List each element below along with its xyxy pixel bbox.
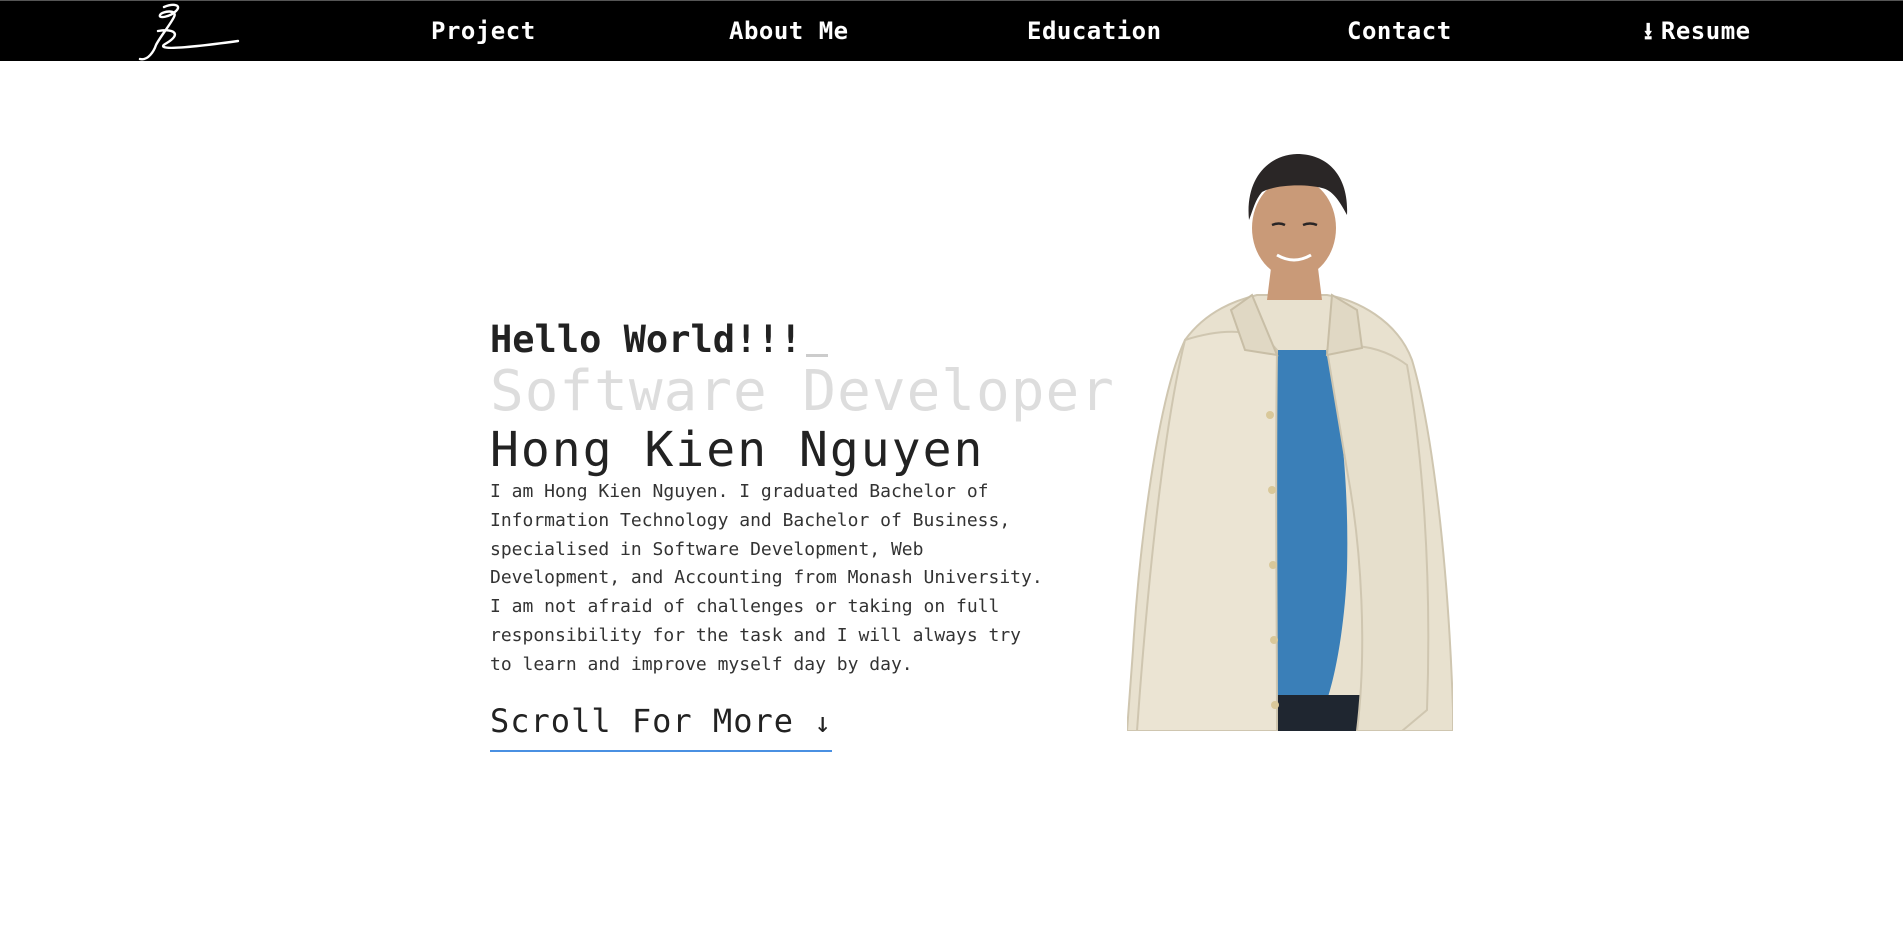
bio-line: I am not afraid of challenges or taking … xyxy=(490,596,1000,618)
download-arrow-icon: ⭳ xyxy=(1644,17,1653,45)
scroll-for-more-link[interactable]: Scroll For More ↓ xyxy=(490,696,833,752)
hero-bio: I am Hong Kien Nguyen. I graduated Bache… xyxy=(490,478,1090,680)
nav-contact[interactable]: Contact xyxy=(1347,1,1452,62)
bio-line: specialised in Software Development, Web xyxy=(490,538,924,560)
arrow-down-icon: ↓ xyxy=(814,706,833,739)
bio-line: Development, and Accounting from Monash … xyxy=(490,567,1043,589)
bio-line: responsibility for the task and I will a… xyxy=(490,624,1022,646)
scroll-for-more-label: Scroll For More xyxy=(490,702,794,740)
bio-line: I am Hong Kien Nguyen. I graduated Bache… xyxy=(490,481,989,502)
profile-portrait-image xyxy=(1127,154,1453,731)
nav-project[interactable]: Project xyxy=(431,1,536,62)
nav-about-me[interactable]: About Me xyxy=(729,1,849,62)
nav-resume-download[interactable]: ⭳ Resume xyxy=(1644,1,1751,62)
nav-resume-label: Resume xyxy=(1660,17,1751,45)
bio-line: to learn and improve myself day by day. xyxy=(490,653,913,675)
bio-line: Information Technology and Bachelor of B… xyxy=(490,509,1011,531)
signature-logo[interactable] xyxy=(134,1,242,62)
top-navbar: Project About Me Education Contact ⭳ Resu… xyxy=(0,0,1903,61)
nav-education[interactable]: Education xyxy=(1027,1,1162,62)
